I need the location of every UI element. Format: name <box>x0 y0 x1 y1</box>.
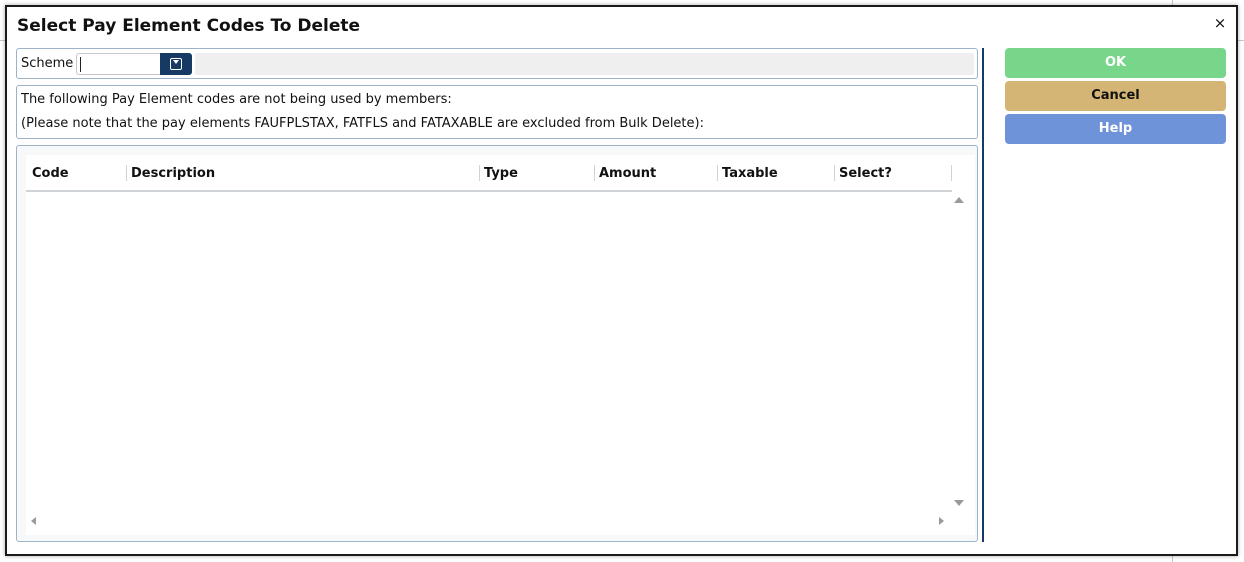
dropdown-icon <box>170 58 182 70</box>
info-note: The following Pay Element codes are not … <box>16 85 978 139</box>
pane-divider <box>982 48 984 542</box>
pay-element-grid: Code Description Type Amount Taxable Sel… <box>16 145 978 542</box>
note-line-2: (Please note that the pay elements FAUFP… <box>21 116 704 131</box>
ok-button[interactable]: OK <box>1005 48 1226 78</box>
note-line-1: The following Pay Element codes are not … <box>21 92 452 107</box>
arrow-left-icon[interactable] <box>31 517 36 525</box>
grid-header: Code Description Type Amount Taxable Sel… <box>26 155 952 192</box>
column-separator <box>479 165 480 181</box>
text-caret <box>80 57 81 72</box>
help-button[interactable]: Help <box>1005 114 1226 144</box>
scheme-input[interactable] <box>76 53 160 75</box>
column-header-description[interactable]: Description <box>131 166 215 181</box>
scheme-description-field <box>195 53 974 75</box>
close-icon[interactable]: × <box>1213 16 1227 31</box>
column-header-amount[interactable]: Amount <box>599 166 656 181</box>
scheme-dropdown-button[interactable] <box>160 53 192 75</box>
scheme-row: Scheme <box>16 48 978 79</box>
column-separator <box>594 165 595 181</box>
column-header-taxable[interactable]: Taxable <box>722 166 778 181</box>
arrow-up-icon[interactable] <box>954 197 964 203</box>
grid-body[interactable]: Code Description Type Amount Taxable Sel… <box>26 155 975 535</box>
left-pane: Scheme The following Pay Element codes a… <box>16 48 979 542</box>
dialog-title: Select Pay Element Codes To Delete <box>17 16 361 36</box>
arrow-right-icon[interactable] <box>939 517 944 525</box>
column-header-type[interactable]: Type <box>484 166 518 181</box>
column-separator <box>834 165 835 181</box>
column-header-code[interactable]: Code <box>32 166 69 181</box>
column-separator <box>951 165 952 181</box>
column-header-select[interactable]: Select? <box>839 166 892 181</box>
column-separator <box>126 165 127 181</box>
arrow-down-icon[interactable] <box>954 500 964 506</box>
column-separator <box>717 165 718 181</box>
select-pay-element-dialog: Select Pay Element Codes To Delete × Sch… <box>5 5 1238 556</box>
cancel-button[interactable]: Cancel <box>1005 81 1226 111</box>
scheme-label: Scheme <box>21 56 74 71</box>
